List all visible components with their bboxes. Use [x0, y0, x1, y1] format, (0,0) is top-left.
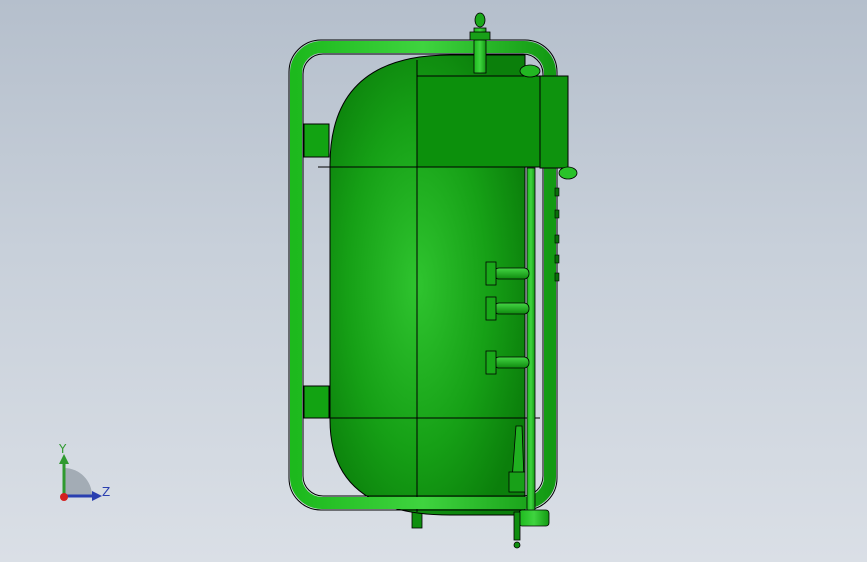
tank-model[interactable]	[0, 0, 867, 562]
cad-viewport[interactable]: Y Z	[0, 0, 867, 562]
top-right-elbow	[519, 64, 541, 78]
side-control-box	[539, 75, 569, 169]
mounting-pad-upper	[303, 123, 330, 158]
z-axis-label: Z	[102, 485, 111, 499]
vertical-level-pipe	[526, 167, 536, 514]
triad-plane	[64, 468, 92, 496]
z-axis-arrowhead	[92, 491, 102, 501]
orientation-triad: Y Z	[40, 440, 120, 520]
mounting-pad-lower	[303, 385, 330, 419]
y-axis-label: Y	[59, 442, 67, 456]
x-axis-dot	[60, 493, 68, 501]
tank-body	[318, 54, 542, 516]
side-fitting	[558, 166, 578, 180]
triad-svg	[59, 454, 102, 501]
